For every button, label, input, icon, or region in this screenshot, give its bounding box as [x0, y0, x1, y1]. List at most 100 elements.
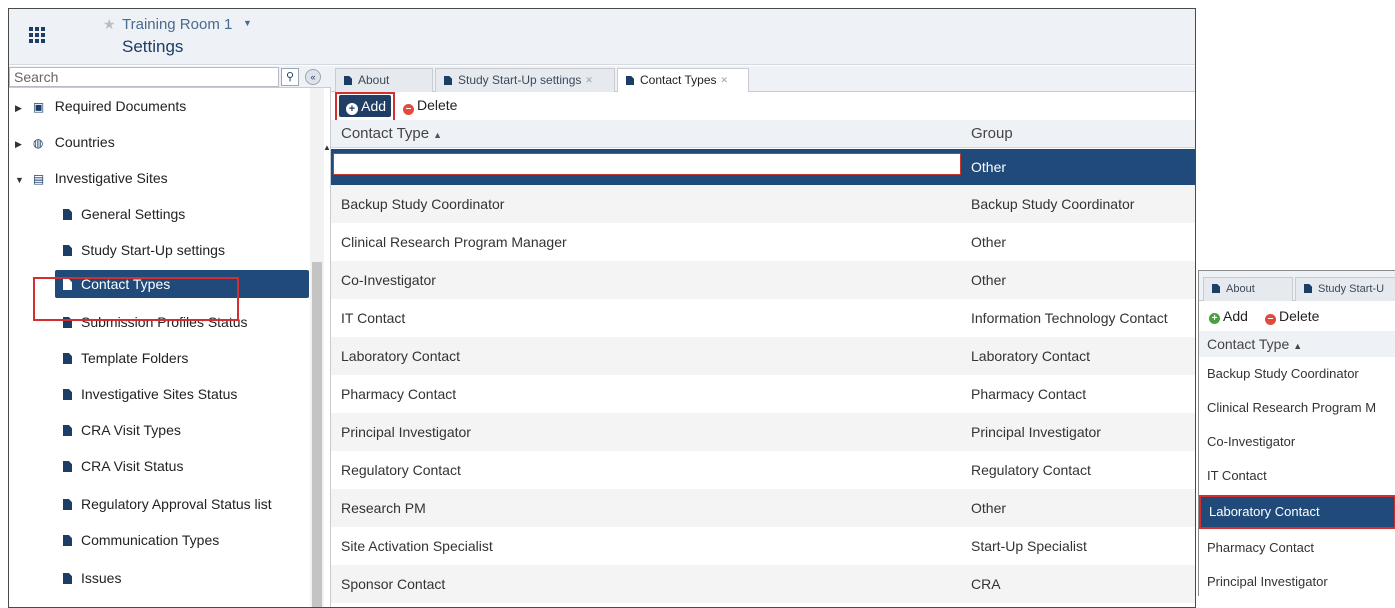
delete-button[interactable]: – Delete	[403, 97, 457, 115]
sidebar-item-label: Countries	[54, 134, 115, 150]
sidebar-item-required-documents[interactable]: ▶ ▣ Required Documents	[15, 92, 186, 120]
document-icon	[63, 573, 72, 584]
inset-list-item[interactable]: Pharmacy Contact	[1199, 531, 1395, 565]
chevron-down-icon[interactable]: ▼	[243, 18, 252, 28]
inset-column-header[interactable]: Contact Type ▲	[1199, 331, 1395, 357]
contact-type-cell: Regulatory Contact	[341, 462, 461, 478]
contact-type-cell: Co-Investigator	[341, 272, 436, 288]
table-row[interactable]: Site Activation Specialist Start-Up Speci…	[331, 527, 1195, 565]
inset-delete-button[interactable]: – Delete	[1265, 301, 1319, 331]
contact-type-cell: Site Activation Specialist	[341, 538, 493, 554]
group-cell: Start-Up Specialist	[971, 538, 1087, 554]
inset-add-button[interactable]: + Add	[1209, 301, 1248, 331]
document-icon	[344, 76, 352, 85]
inset-tab-study-start-up[interactable]: Study Start-U	[1295, 277, 1395, 301]
plus-icon: +	[1209, 313, 1220, 324]
expand-arrow-icon[interactable]: ▶	[15, 130, 29, 158]
sidebar-scrollbar-thumb[interactable]	[312, 262, 322, 607]
grid-header: Contact Type ▲ Group	[331, 120, 1195, 149]
document-icon	[63, 389, 72, 400]
contact-type-input[interactable]	[333, 153, 961, 175]
group-cell: Other	[971, 234, 1007, 250]
collapse-sidebar-icon[interactable]: «	[305, 69, 321, 85]
search-icon[interactable]: ⚲	[281, 68, 299, 86]
sidebar-item-study-start-up-settings[interactable]: Study Start-Up settings	[63, 236, 225, 264]
document-icon	[444, 76, 452, 85]
column-header-label: Contact Type	[1207, 336, 1290, 352]
collapse-arrow-icon[interactable]: ▼	[15, 166, 29, 194]
inset-list-item[interactable]: Principal Investigator	[1199, 565, 1395, 596]
table-row[interactable]: Principal Investigator Principal Investig…	[331, 413, 1195, 451]
minus-icon: –	[1265, 314, 1276, 325]
globe-icon: ◍	[32, 136, 44, 150]
table-row[interactable]: Pharmacy Contact Pharmacy Contact	[331, 375, 1195, 413]
column-header-group[interactable]: Group	[971, 120, 1013, 148]
sidebar-item-communication-types[interactable]: Communication Types	[63, 526, 219, 554]
scroll-up-icon[interactable]: ▲	[323, 143, 331, 152]
sort-ascending-icon: ▲	[433, 130, 443, 140]
inset-list-item[interactable]: Backup Study Coordinator	[1199, 357, 1395, 391]
table-row[interactable]: Backup Study Coordinator Backup Study Coo…	[331, 185, 1195, 223]
group-cell: Backup Study Coordinator	[971, 196, 1135, 212]
sidebar-item-investigative-sites[interactable]: ▼ ▤ Investigative Sites	[15, 164, 168, 192]
document-icon	[63, 245, 72, 256]
contact-types-highlight	[33, 277, 239, 321]
contact-types-grid: Contact Type ▲ Group Other Backup Study C…	[331, 120, 1195, 607]
room-selector[interactable]: Training Room 1	[122, 16, 232, 33]
tab-contact-types[interactable]: Contact Types ✕	[617, 68, 749, 93]
inset-screenshot: About Study Start-U + Add – Delete Contact…	[1198, 270, 1395, 596]
sidebar-item-label: Required Documents	[54, 98, 187, 114]
group-cell: Other	[971, 272, 1007, 288]
column-header-contact-type[interactable]: Contact Type ▲	[341, 120, 442, 149]
table-row[interactable]: Clinical Research Program Manager Other	[331, 223, 1195, 261]
group-cell[interactable]: Other	[971, 149, 1006, 185]
tab-study-start-up-settings[interactable]: Study Start-Up settings ✕	[435, 68, 615, 92]
close-tab-icon[interactable]: ✕	[585, 75, 593, 85]
sidebar-item-label: Communication Types	[81, 532, 220, 548]
new-row[interactable]: Other	[331, 149, 1195, 185]
sidebar-item-label: Investigative Sites	[54, 170, 168, 186]
sidebar-item-label: General Settings	[81, 206, 186, 222]
sidebar-item-investigative-sites-status[interactable]: Investigative Sites Status	[63, 380, 237, 408]
sidebar-item-cra-visit-types[interactable]: CRA Visit Types	[63, 416, 181, 444]
apps-grid-icon[interactable]	[29, 27, 45, 43]
table-row[interactable]: Sponsor Contact CRA	[331, 565, 1195, 603]
sidebar-item-label: Study Start-Up settings	[81, 242, 225, 258]
sidebar-item-general-settings[interactable]: General Settings	[63, 200, 185, 228]
close-tab-icon[interactable]: ✕	[721, 75, 729, 85]
sidebar-item-label: Regulatory Approval Status list	[81, 496, 272, 512]
sidebar-item-template-folders[interactable]: Template Folders	[63, 344, 188, 372]
inset-tab-about[interactable]: About	[1203, 277, 1293, 301]
column-header-label: Contact Type	[341, 125, 430, 142]
table-row[interactable]: Co-Investigator Other	[331, 261, 1195, 299]
tab-about[interactable]: About	[335, 68, 433, 92]
table-row[interactable]: Laboratory Contact Laboratory Contact	[331, 337, 1195, 375]
sidebar-item-countries[interactable]: ▶ ◍ Countries	[15, 128, 115, 156]
group-cell: Other	[971, 500, 1007, 516]
expand-arrow-icon[interactable]: ▶	[15, 94, 29, 122]
inset-list-item[interactable]: Clinical Research Program M	[1199, 391, 1395, 425]
sidebar-item-regulatory-approval-status-list[interactable]: Regulatory Approval Status list	[63, 490, 272, 518]
tab-label: Contact Types	[640, 73, 717, 87]
contact-type-cell: Backup Study Coordinator	[341, 196, 505, 212]
inset-list-item[interactable]: IT Contact	[1199, 459, 1395, 493]
table-row[interactable]: Regulatory Contact Regulatory Contact	[331, 451, 1195, 489]
search-input[interactable]	[9, 67, 279, 87]
inset-list-item-selected[interactable]: Laboratory Contact	[1199, 495, 1395, 529]
sidebar-item-label: CRA Visit Status	[81, 458, 184, 474]
inset-tab-bar: About Study Start-U	[1199, 271, 1395, 301]
document-icon	[63, 353, 72, 364]
sites-icon: ▤	[32, 172, 45, 186]
contact-type-cell: Sponsor Contact	[341, 576, 446, 592]
sidebar-item-issues[interactable]: Issues	[63, 564, 121, 592]
sidebar-item-cra-visit-status[interactable]: CRA Visit Status	[63, 452, 183, 480]
tab-label: Study Start-U	[1318, 283, 1385, 295]
table-row[interactable]: Research PM Other	[331, 489, 1195, 527]
document-icon	[1304, 284, 1312, 293]
sidebar-search-bar: ⚲ «	[9, 66, 331, 88]
star-icon[interactable]: ★	[103, 16, 116, 33]
inset-list-item[interactable]: Co-Investigator	[1199, 425, 1395, 459]
document-icon	[63, 209, 72, 220]
contact-type-cell: Pharmacy Contact	[341, 386, 457, 402]
table-row[interactable]: IT Contact Information Technology Contact	[331, 299, 1195, 337]
